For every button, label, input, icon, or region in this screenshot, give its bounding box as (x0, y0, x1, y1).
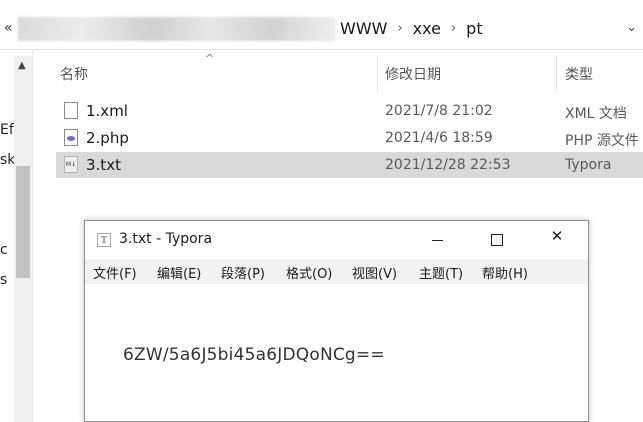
breadcrumb-xxe[interactable]: xxe (413, 19, 441, 38)
chevron-right-icon[interactable]: › (397, 21, 402, 36)
breadcrumb-pt[interactable]: pt (466, 19, 482, 38)
file-name: 1.xml (86, 102, 128, 120)
php-file-icon (64, 129, 78, 146)
menu-format[interactable]: 格式(O) (286, 263, 332, 282)
column-divider[interactable] (556, 56, 557, 92)
address-bar[interactable]: « WWW › xxe › pt ⌄ (0, 0, 643, 56)
typora-app-icon: T (97, 233, 111, 247)
nav-fragment[interactable]: c (0, 242, 8, 258)
file-name: 2.php (86, 129, 129, 147)
breadcrumb: WWW › xxe › pt (340, 19, 483, 38)
file-name: 3.txt (86, 156, 121, 174)
close-icon: ✕ (550, 227, 564, 245)
column-header-type[interactable]: 类型 (565, 64, 593, 84)
file-type: PHP 源文件 (565, 133, 639, 149)
menu-view[interactable]: 视图(V) (352, 263, 397, 282)
minimize-button[interactable] (414, 227, 460, 251)
nav-fragment[interactable]: Ef (0, 122, 14, 138)
title-bar[interactable]: T 3.txt - Typora ✕ (85, 221, 588, 257)
column-header-name[interactable]: 名称 (60, 64, 88, 84)
nav-fragment[interactable]: s (0, 272, 7, 288)
column-divider[interactable] (377, 56, 378, 92)
file-row[interactable]: 2.php 2021/4/6 18:59 PHP 源文件 (56, 125, 643, 151)
divider (0, 49, 643, 50)
file-date: 2021/4/6 18:59 (385, 130, 493, 146)
file-date: 2021/7/8 21:02 (385, 103, 493, 119)
scroll-up-icon[interactable]: ▲ (18, 60, 26, 71)
divider (32, 50, 33, 422)
txt-file-icon: M↓ (64, 156, 78, 173)
file-type: Typora (565, 157, 612, 173)
nav-scrollbar[interactable]: ▲ (14, 56, 32, 422)
column-header-date[interactable]: 修改日期 (385, 64, 441, 84)
window-title: 3.txt - Typora (119, 231, 213, 247)
minimize-icon (431, 240, 443, 241)
chevron-right-icon[interactable]: › (451, 21, 456, 36)
menu-bar: 文件(F) 编辑(E) 段落(P) 格式(O) 视图(V) 主题(T) 帮助(H… (85, 259, 588, 284)
typora-window: T 3.txt - Typora ✕ 文件(F) 编辑(E) 段落(P) 格式(… (84, 220, 589, 422)
maximize-button[interactable] (474, 227, 520, 251)
column-headers: ^ 名称 修改日期 类型 (42, 52, 643, 92)
xml-file-icon (64, 102, 78, 119)
close-button[interactable]: ✕ (534, 227, 580, 251)
file-row-selected[interactable]: M↓ 3.txt 2021/12/28 22:53 Typora (56, 152, 643, 178)
file-date: 2021/12/28 22:53 (385, 157, 511, 173)
menu-file[interactable]: 文件(F) (93, 263, 137, 282)
chevron-down-icon[interactable]: ⌄ (626, 20, 637, 35)
maximize-icon (491, 234, 503, 246)
menu-paragraph[interactable]: 段落(P) (221, 263, 265, 282)
scrollbar-thumb[interactable] (16, 166, 30, 278)
file-type: XML 文档 (565, 106, 627, 122)
document-content[interactable]: 6ZW/5a6J5bi45a6JDQoNCg== (123, 345, 385, 365)
breadcrumb-www[interactable]: WWW (340, 19, 387, 38)
menu-edit[interactable]: 编辑(E) (157, 263, 201, 282)
back-chevron-icon[interactable]: « (4, 20, 13, 36)
menu-help[interactable]: 帮助(H) (482, 263, 528, 282)
menu-theme[interactable]: 主题(T) (419, 263, 463, 282)
sort-ascending-icon: ^ (205, 52, 215, 65)
file-row[interactable]: 1.xml 2021/7/8 21:02 XML 文档 (56, 98, 643, 124)
blurred-path-segment (18, 17, 336, 41)
